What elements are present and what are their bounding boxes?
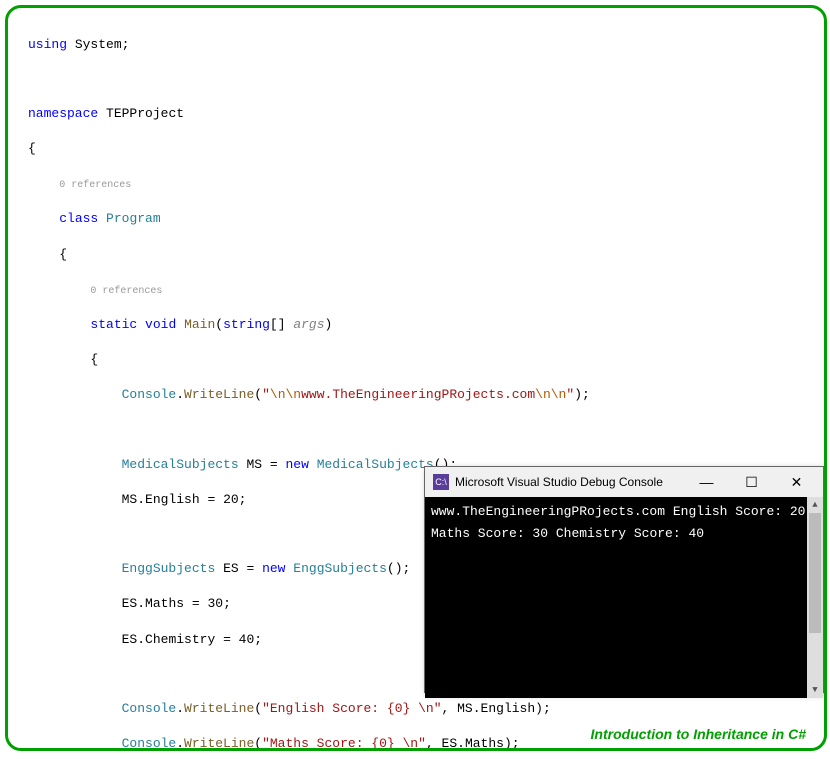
- str-math: "Maths Score: {0} \n": [262, 736, 426, 751]
- var-es: ES: [442, 736, 458, 751]
- method-main: Main: [184, 317, 215, 332]
- ref-count: 0 references: [59, 180, 131, 191]
- console-line: www.TheEngineeringPRojects.com: [431, 504, 665, 519]
- class-program: Program: [106, 211, 161, 226]
- scrollbar[interactable]: ▲ ▼: [807, 497, 823, 698]
- minimize-button[interactable]: —: [684, 467, 729, 497]
- console-icon: C:\: [433, 474, 449, 490]
- window-title: Microsoft Visual Studio Debug Console: [455, 475, 684, 489]
- kw-string: string: [223, 317, 270, 332]
- scroll-down-icon[interactable]: ▼: [807, 682, 823, 698]
- type-medical: MedicalSubjects: [122, 457, 239, 472]
- writeline: WriteLine: [184, 736, 254, 751]
- window-titlebar[interactable]: C:\ Microsoft Visual Studio Debug Consol…: [425, 467, 823, 497]
- str-eng: "English Score: {0} \n": [262, 701, 441, 716]
- esc: \n\n: [535, 387, 566, 402]
- prop-english: English: [481, 701, 536, 716]
- ref-count: 0 references: [90, 286, 162, 297]
- var-es: ES: [223, 561, 239, 576]
- kw-static: static: [90, 317, 137, 332]
- kw-void: void: [145, 317, 176, 332]
- maximize-button[interactable]: ☐: [729, 467, 774, 497]
- var-ms: MS: [246, 457, 262, 472]
- console-line: English Score: 20: [673, 504, 806, 519]
- prop-maths: Maths: [145, 596, 184, 611]
- num-40: 40: [239, 632, 255, 647]
- debug-console-window[interactable]: C:\ Microsoft Visual Studio Debug Consol…: [424, 466, 824, 693]
- close-button[interactable]: ✕: [774, 467, 819, 497]
- var-ms: MS: [457, 701, 473, 716]
- console-line: Chemistry Score: 40: [556, 526, 704, 541]
- type-medical: MedicalSubjects: [317, 457, 434, 472]
- caption-text: Introduction to Inheritance in C#: [591, 726, 806, 742]
- param-args: args: [293, 317, 324, 332]
- type-engg: EnggSubjects: [122, 561, 216, 576]
- prop-english: English: [145, 492, 200, 507]
- console-class: Console: [122, 736, 177, 751]
- kw-class: class: [59, 211, 98, 226]
- screenshot-frame: using System; namespace TEPProject { 0 r…: [5, 5, 827, 751]
- var-es: ES: [122, 632, 138, 647]
- var-es: ES: [122, 596, 138, 611]
- console-output[interactable]: www.TheEngineeringPRojects.com English S…: [425, 497, 823, 698]
- project-name: TEPProject: [106, 106, 184, 121]
- scroll-thumb[interactable]: [809, 513, 821, 633]
- writeline: WriteLine: [184, 701, 254, 716]
- writeline: WriteLine: [184, 387, 254, 402]
- kw-using: using: [28, 37, 67, 52]
- kw-new: new: [285, 457, 308, 472]
- scroll-up-icon[interactable]: ▲: [807, 497, 823, 513]
- url-string: www.TheEngineeringPRojects.com: [301, 387, 535, 402]
- console-line: Maths Score: 30: [431, 526, 548, 541]
- kw-namespace: namespace: [28, 106, 98, 121]
- system: System: [75, 37, 122, 52]
- kw-new: new: [262, 561, 285, 576]
- var-ms: MS: [122, 492, 138, 507]
- prop-maths: Maths: [465, 736, 504, 751]
- console-class: Console: [122, 701, 177, 716]
- esc: \n\n: [270, 387, 301, 402]
- console-class: Console: [122, 387, 177, 402]
- num-20: 20: [223, 492, 239, 507]
- prop-chem: Chemistry: [145, 632, 215, 647]
- type-engg: EnggSubjects: [293, 561, 387, 576]
- num-30: 30: [207, 596, 223, 611]
